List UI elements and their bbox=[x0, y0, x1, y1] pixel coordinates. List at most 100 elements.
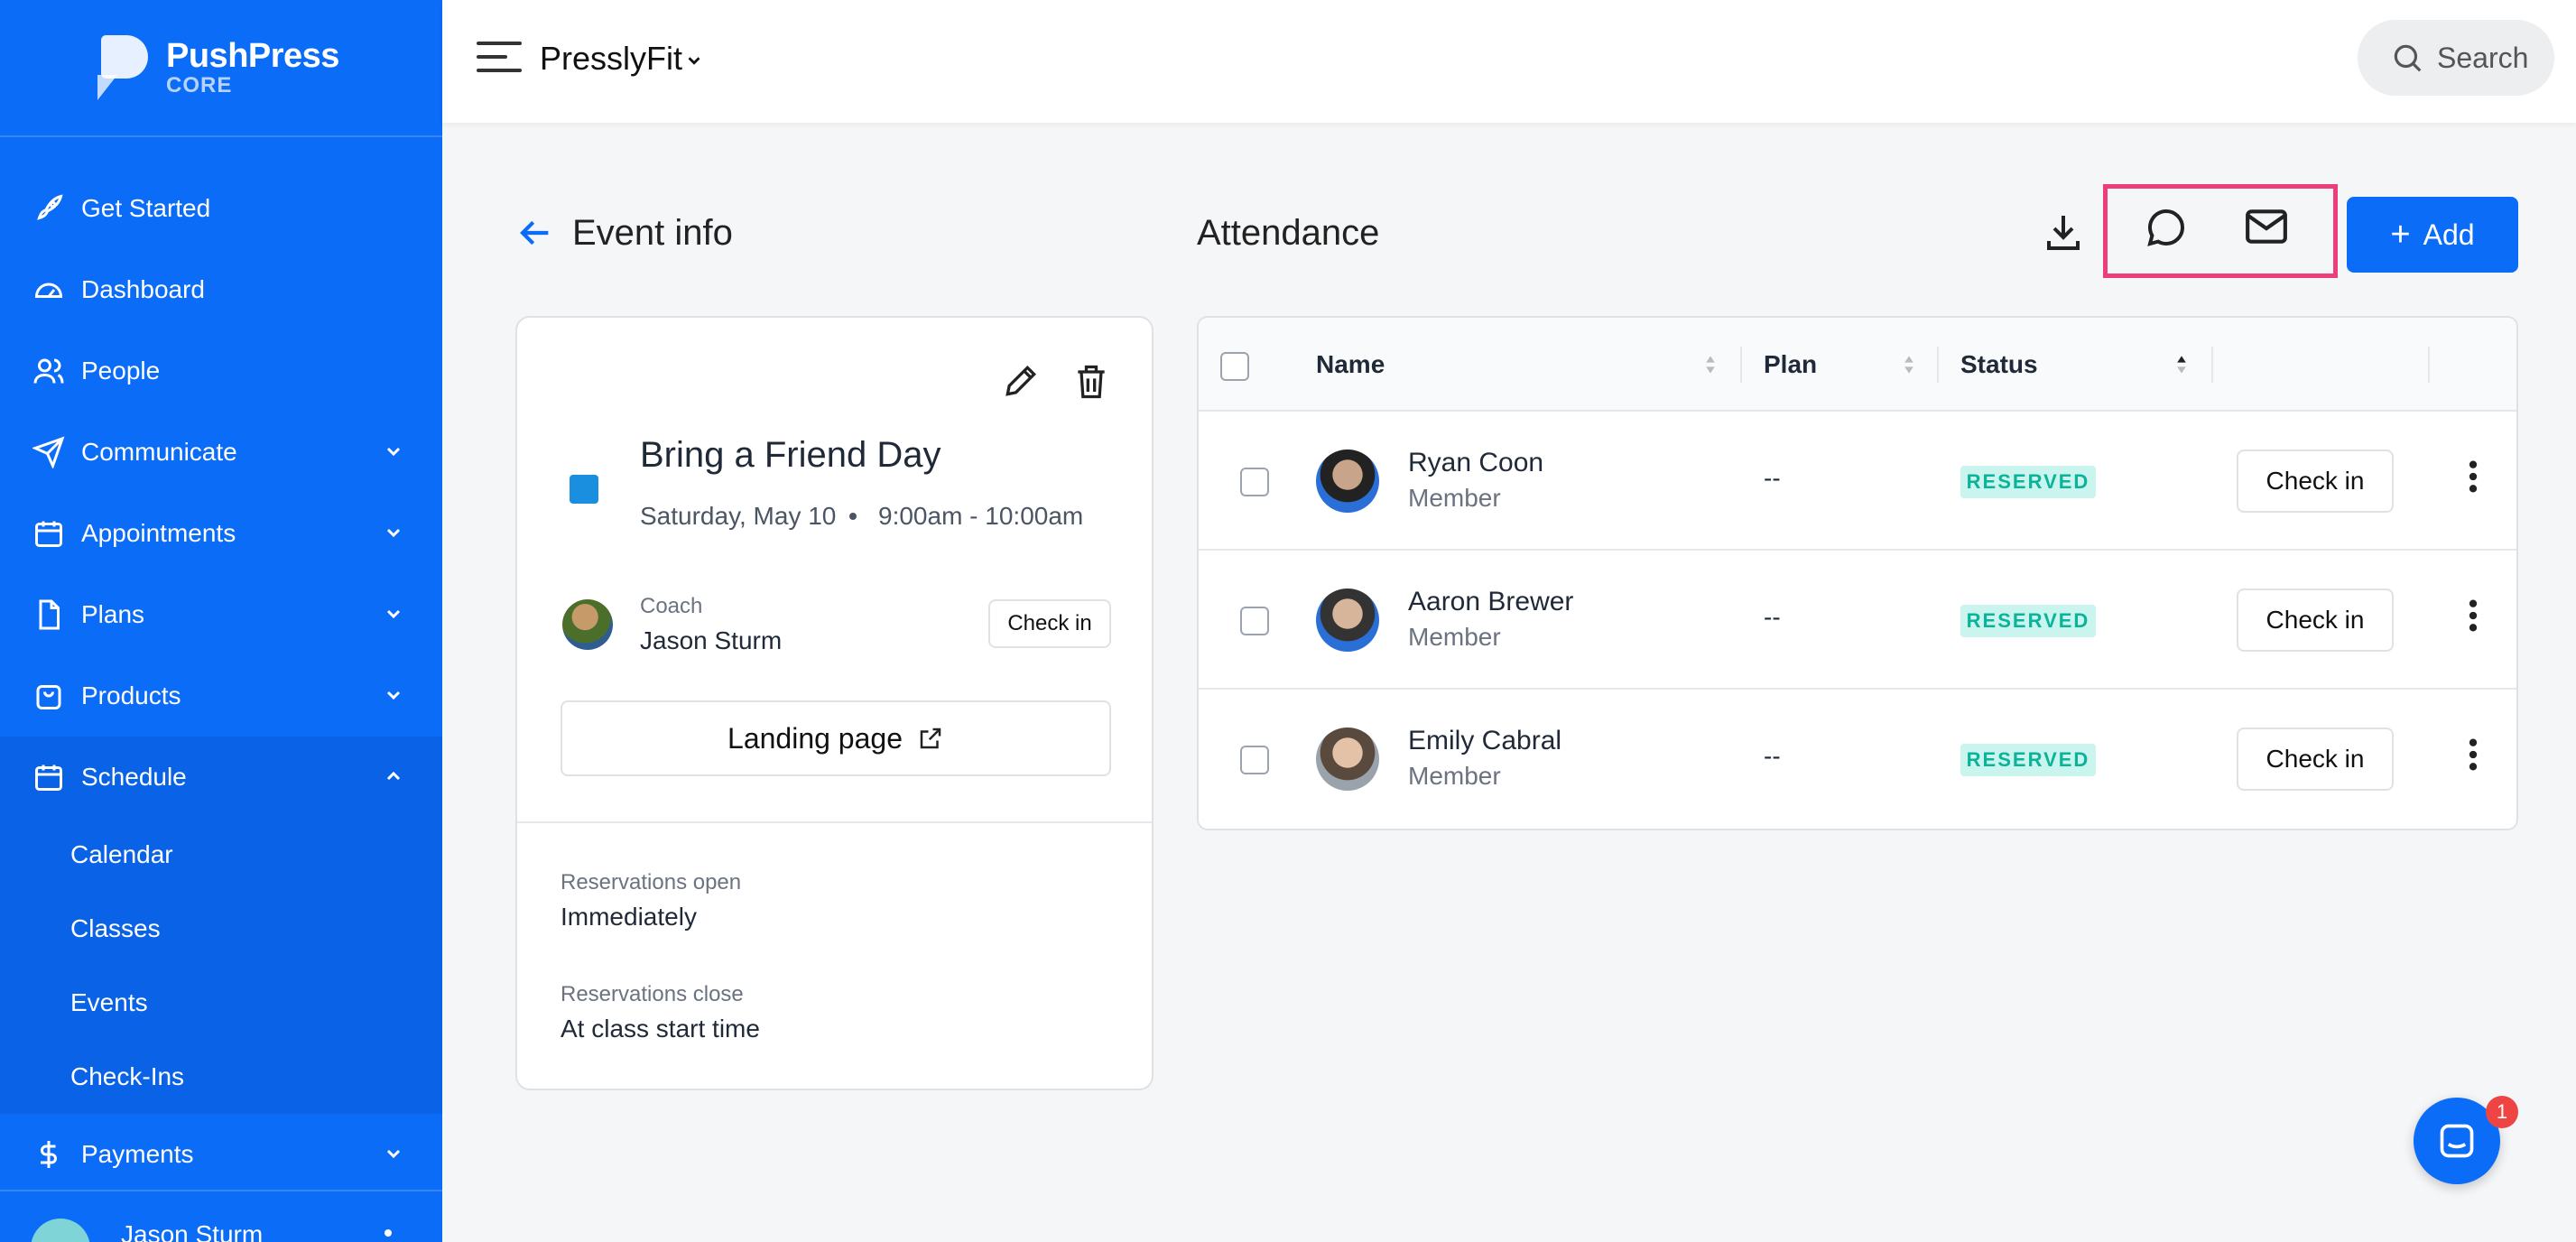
back-arrow-icon[interactable] bbox=[518, 215, 554, 251]
sidebar-item-label: Communicate bbox=[81, 438, 237, 466]
table-header: Name Plan Status bbox=[1199, 318, 2516, 412]
event-title: Bring a Friend Day bbox=[640, 435, 941, 475]
chevron-down-icon bbox=[386, 447, 401, 457]
add-label: Add bbox=[2423, 218, 2475, 251]
sidebar-item-label: People bbox=[81, 357, 161, 385]
brand[interactable]: PushPress CORE bbox=[0, 0, 442, 137]
attendee-type: Member bbox=[1408, 484, 1501, 512]
menu-icon[interactable] bbox=[477, 42, 522, 76]
attendee-name[interactable]: Aaron Brewer bbox=[1408, 587, 1573, 617]
people-icon bbox=[32, 355, 65, 387]
row-checkbox[interactable] bbox=[1240, 746, 1269, 774]
column-separator bbox=[1740, 347, 1742, 383]
sort-ascending-icon[interactable] bbox=[2175, 354, 2188, 375]
landing-page-label: Landing page bbox=[727, 721, 903, 755]
landing-page-button[interactable]: Landing page bbox=[561, 700, 1111, 776]
event-date: Saturday, May 10 bbox=[640, 502, 837, 530]
page-title: Event info bbox=[572, 213, 733, 253]
avatar bbox=[1316, 589, 1379, 652]
mail-icon[interactable] bbox=[2244, 208, 2289, 246]
sidebar-item-label: Schedule bbox=[81, 763, 187, 791]
sidebar-item-people[interactable]: People bbox=[0, 330, 442, 412]
attendance-table: Name Plan Status Ryan Coon Member -- RES… bbox=[1197, 316, 2518, 830]
sidebar-subitem-events[interactable]: Events bbox=[0, 966, 442, 1040]
attendee-name[interactable]: Emily Cabral bbox=[1408, 726, 1561, 756]
select-all-checkbox[interactable] bbox=[1220, 352, 1249, 381]
column-header-plan[interactable]: Plan bbox=[1764, 350, 1817, 379]
row-checkbox[interactable] bbox=[1240, 607, 1269, 635]
reservations-close-label: Reservations close bbox=[561, 982, 744, 1006]
status-badge: RESERVED bbox=[1960, 605, 2096, 637]
table-row[interactable]: Ryan Coon Member -- RESERVED Check in bbox=[1199, 412, 2516, 551]
avatar bbox=[1316, 728, 1379, 791]
column-header-name[interactable]: Name bbox=[1316, 350, 1385, 379]
chat-bubble-icon[interactable] bbox=[2145, 206, 2188, 249]
event-card: Bring a Friend Day Saturday, May 10 9:00… bbox=[515, 316, 1154, 1090]
trash-icon[interactable] bbox=[1071, 361, 1111, 403]
sidebar-item-payments[interactable]: Payments bbox=[0, 1114, 442, 1195]
coach-label: Coach bbox=[640, 594, 703, 618]
sidebar-item-label: Get Started bbox=[81, 194, 211, 222]
sidebar: PushPress CORE Get Started Dashboard Peo… bbox=[0, 0, 442, 1242]
user-menu-icon[interactable] bbox=[385, 1229, 392, 1237]
reservations-close-value: At class start time bbox=[561, 1015, 760, 1043]
avatar bbox=[562, 599, 613, 650]
brand-name: PushPress bbox=[166, 37, 339, 75]
coach-name: Jason Sturm bbox=[640, 626, 783, 654]
add-attendee-button[interactable]: + Add bbox=[2347, 197, 2518, 273]
sidebar-subitem-classes[interactable]: Classes bbox=[0, 892, 442, 966]
sidebar-item-dashboard[interactable]: Dashboard bbox=[0, 249, 442, 330]
sort-icon[interactable] bbox=[1704, 354, 1717, 375]
chat-widget-icon bbox=[2440, 1124, 2474, 1158]
sidebar-item-products[interactable]: Products bbox=[0, 655, 442, 737]
document-icon bbox=[32, 598, 65, 631]
topbar: PresslyFit Search bbox=[442, 0, 2576, 123]
rocket-icon bbox=[32, 192, 65, 225]
sidebar-item-appointments[interactable]: Appointments bbox=[0, 493, 442, 574]
column-separator bbox=[2428, 347, 2430, 383]
attendee-type: Member bbox=[1408, 762, 1501, 790]
status-badge: RESERVED bbox=[1960, 744, 2096, 776]
table-row[interactable]: Emily Cabral Member -- RESERVED Check in bbox=[1199, 690, 2516, 829]
more-vertical-icon[interactable] bbox=[2462, 737, 2484, 773]
pencil-icon[interactable] bbox=[1001, 361, 1041, 401]
row-checkbox[interactable] bbox=[1240, 468, 1269, 496]
search-icon bbox=[2394, 44, 2422, 72]
search-button[interactable]: Search bbox=[2358, 20, 2554, 96]
sidebar-item-communicate[interactable]: Communicate bbox=[0, 412, 442, 493]
check-in-button[interactable]: Check in bbox=[2237, 589, 2394, 652]
attendee-name[interactable]: Ryan Coon bbox=[1408, 448, 1543, 478]
external-link-icon bbox=[920, 728, 941, 749]
chevron-down-icon[interactable] bbox=[684, 51, 704, 70]
plus-icon: + bbox=[2390, 215, 2411, 254]
calendar-icon bbox=[32, 761, 65, 793]
sidebar-item-label: Products bbox=[81, 681, 181, 709]
divider bbox=[517, 821, 1152, 823]
sidebar-item-label: Dashboard bbox=[81, 275, 205, 303]
attendee-plan: -- bbox=[1764, 464, 1781, 492]
sidebar-subitem-calendar[interactable]: Calendar bbox=[0, 818, 442, 892]
sidebar-item-label: Plans bbox=[81, 600, 145, 628]
more-vertical-icon[interactable] bbox=[2462, 459, 2484, 495]
check-in-button[interactable]: Check in bbox=[2237, 728, 2394, 791]
avatar bbox=[31, 1219, 90, 1242]
event-color-swatch bbox=[570, 475, 598, 504]
separator-dot bbox=[849, 513, 857, 520]
sidebar-item-plans[interactable]: Plans bbox=[0, 574, 442, 655]
reservations-open-value: Immediately bbox=[561, 903, 697, 931]
avatar bbox=[1316, 450, 1379, 513]
reservations-open-label: Reservations open bbox=[561, 870, 742, 894]
column-header-status[interactable]: Status bbox=[1960, 350, 2038, 379]
sort-icon[interactable] bbox=[1903, 354, 1915, 375]
coach-check-in-button[interactable]: Check in bbox=[988, 599, 1111, 648]
check-in-button[interactable]: Check in bbox=[2237, 450, 2394, 513]
sidebar-subitem-check-ins[interactable]: Check-Ins bbox=[0, 1040, 442, 1114]
sidebar-item-get-started[interactable]: Get Started bbox=[0, 168, 442, 249]
more-vertical-icon[interactable] bbox=[2462, 598, 2484, 634]
table-row[interactable]: Aaron Brewer Member -- RESERVED Check in bbox=[1199, 551, 2516, 690]
notification-badge: 1 bbox=[2486, 1096, 2518, 1128]
user-menu[interactable]: Jason Sturm bbox=[0, 1190, 442, 1242]
download-icon[interactable] bbox=[2042, 209, 2085, 255]
gym-selector[interactable]: PresslyFit bbox=[540, 40, 682, 78]
sidebar-item-schedule[interactable]: Schedule bbox=[0, 737, 442, 818]
